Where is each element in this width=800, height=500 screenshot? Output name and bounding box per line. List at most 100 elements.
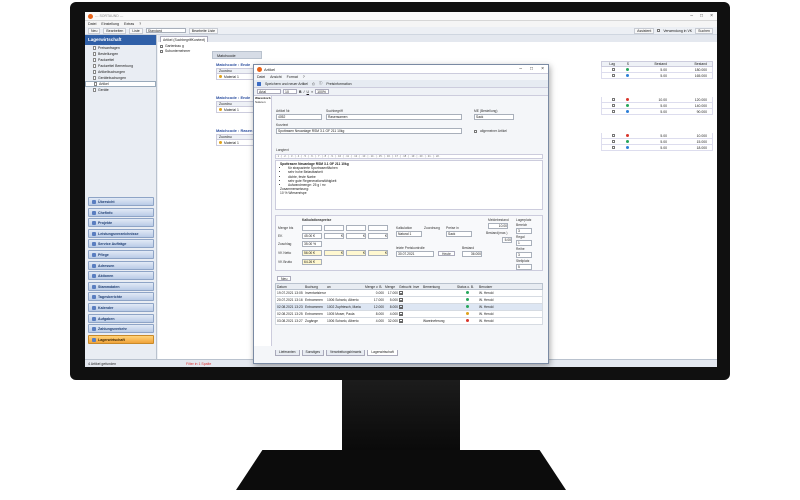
- nav-button[interactable]: Aktionen: [88, 271, 154, 281]
- booking-row[interactable]: 03.08.2021 13:27 Zugänge 1006 Scharlo, Alb…: [275, 318, 543, 325]
- row-checkbox[interactable]: [612, 145, 615, 149]
- row-checkbox[interactable]: [612, 133, 615, 137]
- bookings-header-cell[interactable]: Status o. B.: [456, 285, 478, 289]
- bookings-header-cell[interactable]: Buchung: [304, 285, 326, 289]
- ek-field-2[interactable]: €: [324, 233, 344, 239]
- nav-button[interactable]: Stammdaten: [88, 281, 154, 291]
- nav-button[interactable]: Projekte: [88, 218, 154, 228]
- bookings-header-cell[interactable]: Menge v. B.: [364, 285, 384, 289]
- ek-field[interactable]: 45.00 €: [302, 233, 322, 239]
- save-icon[interactable]: [257, 81, 261, 86]
- dialog-tab[interactable]: Verarbeitungshinweis: [325, 350, 366, 356]
- row-checkbox[interactable]: [612, 67, 615, 71]
- checkbox-icon[interactable]: [602, 109, 616, 114]
- dialog-tab[interactable]: Sonstiges: [301, 350, 324, 356]
- nav-button[interactable]: Pflege: [88, 249, 154, 259]
- min-stock-field[interactable]: 10.00: [488, 223, 508, 229]
- new-booking-button[interactable]: Neu: [277, 275, 292, 281]
- checkbox-icon[interactable]: [602, 103, 616, 108]
- vk-net-field-4[interactable]: €: [368, 250, 388, 256]
- checkbox-icon[interactable]: [602, 139, 616, 144]
- vk-use-checkbox[interactable]: [657, 29, 661, 32]
- font-size-select[interactable]: 10: [283, 89, 297, 94]
- dialog-menu-file[interactable]: Datei: [257, 75, 265, 79]
- qty-field-2[interactable]: [324, 225, 344, 231]
- nav-button[interactable]: Adressen: [88, 260, 154, 270]
- nav-button[interactable]: Zahlungsverkehr: [88, 324, 154, 334]
- booked-check-icon[interactable]: [399, 311, 403, 316]
- calc-select[interactable]: Natural 1: [396, 231, 422, 237]
- font-select[interactable]: Arial: [257, 89, 281, 94]
- sidebar-tree-item[interactable]: Geräte: [85, 87, 156, 93]
- dialog-tab[interactable]: Lieferanten: [275, 350, 300, 356]
- assistant-button[interactable]: Assistent: [634, 27, 655, 34]
- row-checkbox[interactable]: [612, 109, 615, 113]
- nav-button[interactable]: Leistungsverzeichnisse: [88, 228, 154, 238]
- vk-net-field-2[interactable]: €: [324, 250, 344, 256]
- view-select[interactable]: Standard: [145, 28, 186, 33]
- print-icon[interactable]: ⎙: [312, 82, 315, 86]
- tree-item[interactable]: Subunternehmer: [160, 49, 210, 54]
- place-field[interactable]: 5: [516, 264, 532, 270]
- nav-button[interactable]: Aufgaben: [88, 313, 154, 323]
- nav-button[interactable]: Service Aufträge: [88, 239, 154, 249]
- zoom-select[interactable]: 100%: [315, 89, 330, 94]
- price-in-select[interactable]: Sack: [446, 231, 472, 237]
- area-field[interactable]: 3: [516, 228, 532, 234]
- article-no-field[interactable]: 4052: [276, 114, 322, 120]
- booked-check-icon[interactable]: [399, 304, 403, 309]
- grid-header-tab[interactable]: Matchcode: [212, 51, 262, 59]
- checkbox-icon[interactable]: [602, 97, 616, 102]
- row-checkbox[interactable]: [612, 103, 615, 107]
- edit-button[interactable]: Bearbeiten: [103, 27, 127, 34]
- nav-button[interactable]: Übersicht: [88, 197, 154, 206]
- price-info-button[interactable]: Preisinformation: [326, 82, 351, 86]
- booked-check-icon[interactable]: [399, 297, 403, 302]
- ek-field-3[interactable]: €: [346, 233, 366, 239]
- search-term-field[interactable]: Rasensamen: [326, 114, 462, 120]
- booking-row[interactable]: 02.08.2021 13:25 Entnommen 1005 Moser, Pau…: [275, 311, 543, 318]
- vk-gross-field[interactable]: 64.26 €: [302, 259, 322, 265]
- qty-field-4[interactable]: [368, 225, 388, 231]
- maximize-icon[interactable]: □: [700, 13, 703, 19]
- vk-net-field[interactable]: 56.00 €: [302, 250, 322, 256]
- nav-button[interactable]: Tagesberichte: [88, 292, 154, 302]
- today-button[interactable]: Heute: [438, 251, 455, 256]
- dialog-maximize-icon[interactable]: □: [530, 66, 533, 72]
- bookings-header-cell[interactable]: an: [326, 285, 364, 289]
- last-check-field[interactable]: 30.07.2021: [396, 251, 434, 257]
- save-new-button[interactable]: Speichern und neuer Artikel: [265, 82, 308, 86]
- menu-file[interactable]: Datei: [88, 22, 96, 26]
- close-icon[interactable]: ×: [710, 13, 713, 19]
- stock-grid-row[interactable]: 5.00 18.000: [601, 145, 713, 151]
- qty-field-3[interactable]: [346, 225, 366, 231]
- bookings-header-cell[interactable]: Bemerkung: [422, 285, 456, 289]
- checkbox-icon[interactable]: [602, 67, 616, 72]
- bold-icon[interactable]: B: [299, 90, 302, 94]
- booking-row[interactable]: 20.07.2021 13:16 Entnommen 1006 Scharlo, A…: [275, 297, 543, 304]
- long-text-editor[interactable]: Spottrasen Neuanlage RSM 3.1 GF 211 10kg…: [275, 160, 543, 210]
- row-checkbox[interactable]: [612, 139, 615, 143]
- dialog-menu-format[interactable]: Format: [287, 75, 298, 79]
- nav-button[interactable]: Kalender: [88, 302, 154, 312]
- unit-select[interactable]: Sack: [474, 114, 514, 120]
- booked-check-icon[interactable]: [399, 318, 403, 323]
- bookings-header-cell[interactable]: Datum: [276, 285, 304, 289]
- stock-field[interactable]: 36.000: [462, 251, 482, 257]
- dialog-close-icon[interactable]: ×: [541, 66, 544, 72]
- row-field[interactable]: 3: [516, 252, 532, 258]
- dock-item[interactable]: Suturen: [255, 100, 271, 104]
- search-button[interactable]: Suchen: [695, 27, 713, 34]
- booked-check-icon[interactable]: [399, 290, 403, 295]
- italic-icon[interactable]: I: [304, 90, 305, 94]
- bookings-header-cell[interactable]: Gebucht: [398, 285, 412, 289]
- nav-button[interactable]: Lagerwirtschaft: [88, 334, 154, 344]
- dialog-tab[interactable]: Lagerwirtschaft: [367, 350, 398, 356]
- booking-row[interactable]: 19.07.2021 13:05Inventarisierung 0.00017.…: [275, 290, 543, 297]
- max-stock-field[interactable]: 5.00: [502, 237, 512, 243]
- info-icon[interactable]: ⓘ: [319, 81, 323, 86]
- dialog-menu-view[interactable]: Ansicht: [270, 75, 281, 79]
- nav-button[interactable]: Chefinfo: [88, 207, 154, 217]
- bookings-header-cell[interactable]: Inve: [412, 285, 422, 289]
- row-checkbox[interactable]: [612, 97, 615, 101]
